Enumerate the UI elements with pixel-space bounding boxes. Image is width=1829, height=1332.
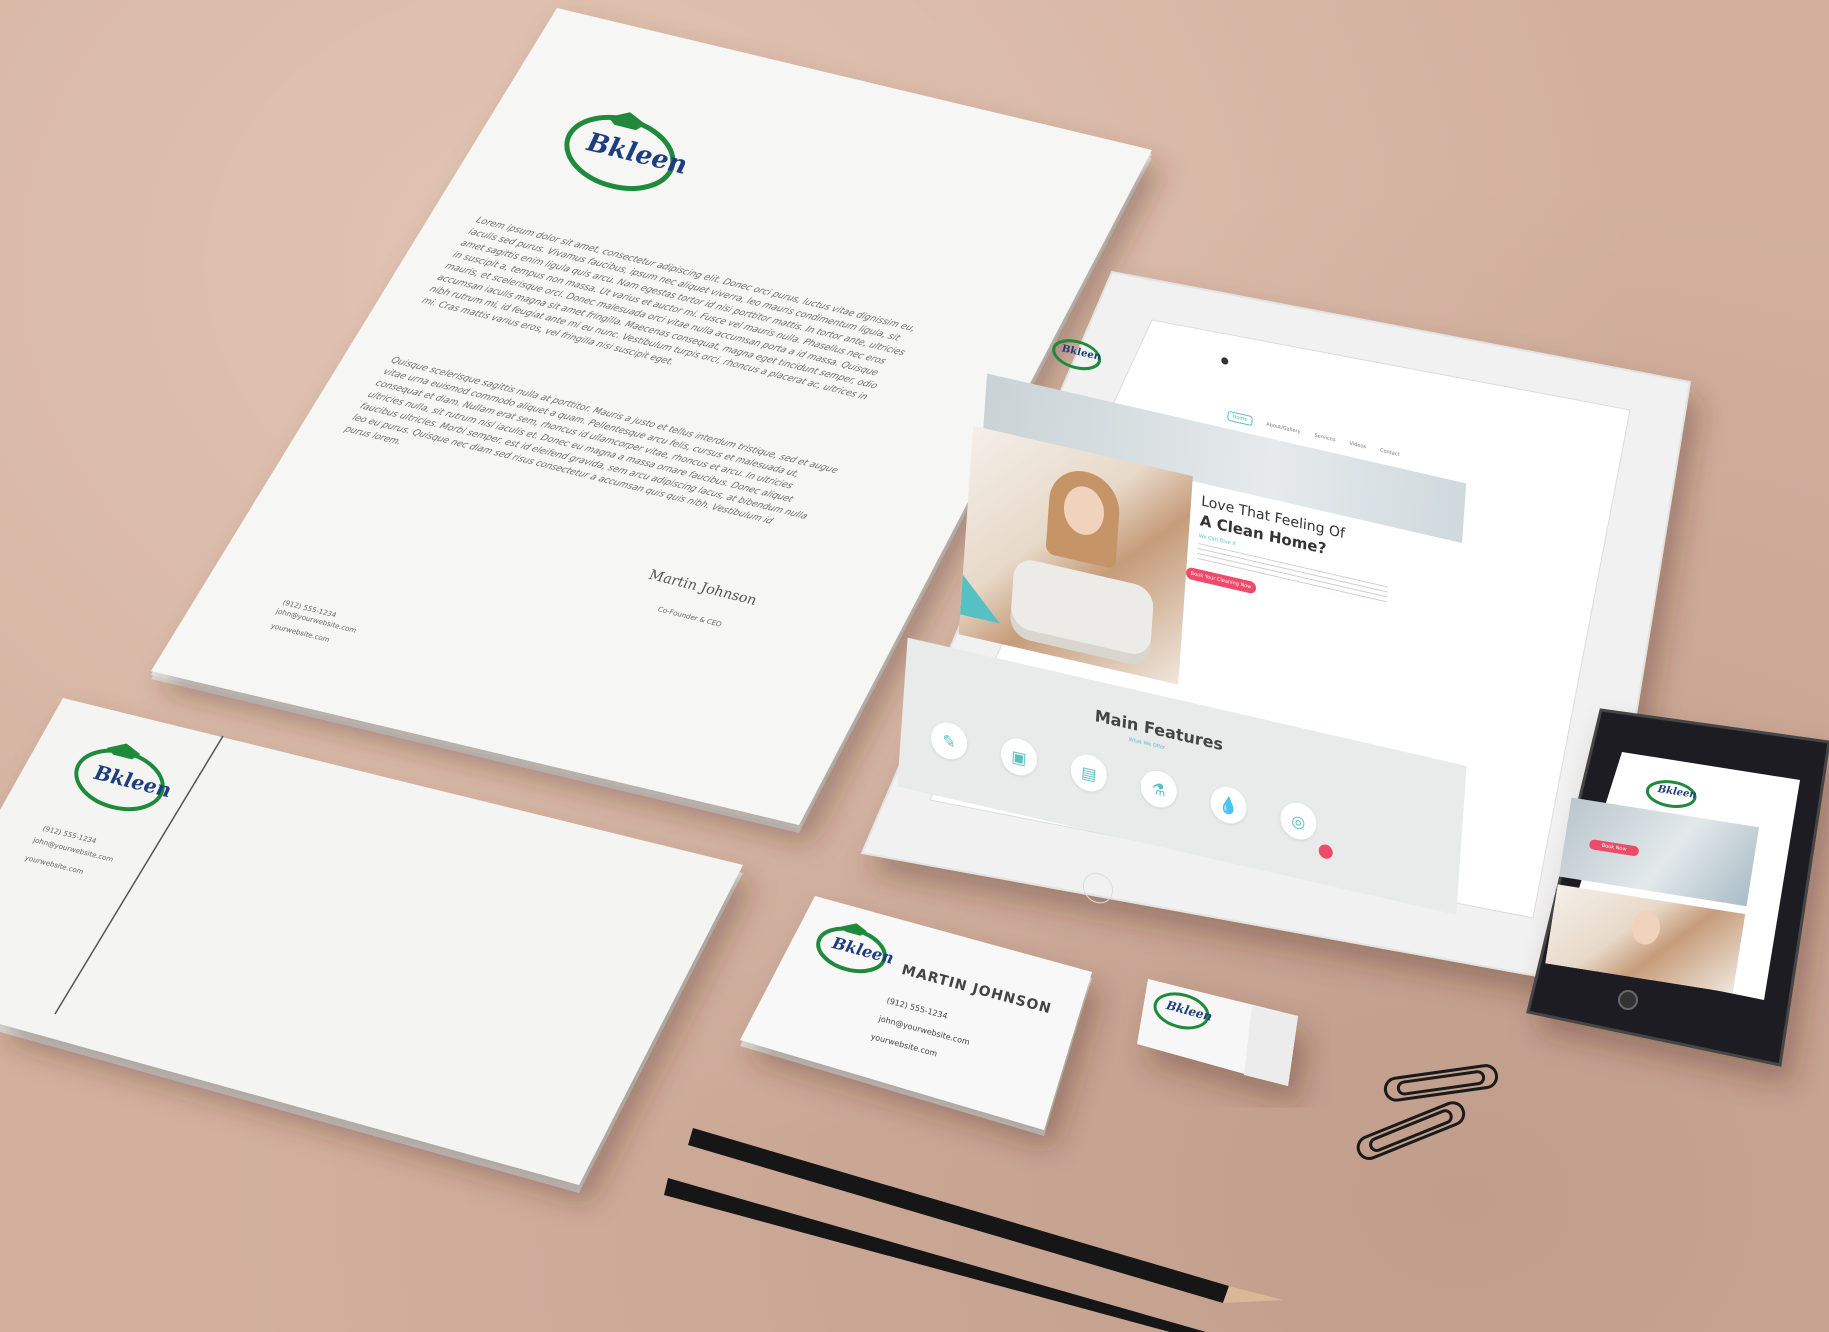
phone-site-logo[interactable]: Bkleen (1641, 773, 1701, 813)
phone-woman-face (1629, 908, 1663, 947)
nav-home[interactable]: Home (1227, 410, 1253, 427)
mockup-scene: Bkleen Lorem ipsum dolor sit amet, conse… (0, 0, 1829, 1332)
nav-about[interactable]: About/Gallery (1266, 421, 1301, 435)
nav-contact[interactable]: Contact (1380, 448, 1400, 458)
phone-cta-button[interactable]: Book Now (1588, 838, 1640, 857)
search-icon[interactable] (960, 574, 1003, 624)
phone-screen: Bkleen Book Now (1545, 756, 1766, 994)
laundry-basket (1009, 556, 1155, 668)
nav-videos[interactable]: Videos (1349, 441, 1366, 451)
nav-services[interactable]: Services (1314, 433, 1335, 444)
